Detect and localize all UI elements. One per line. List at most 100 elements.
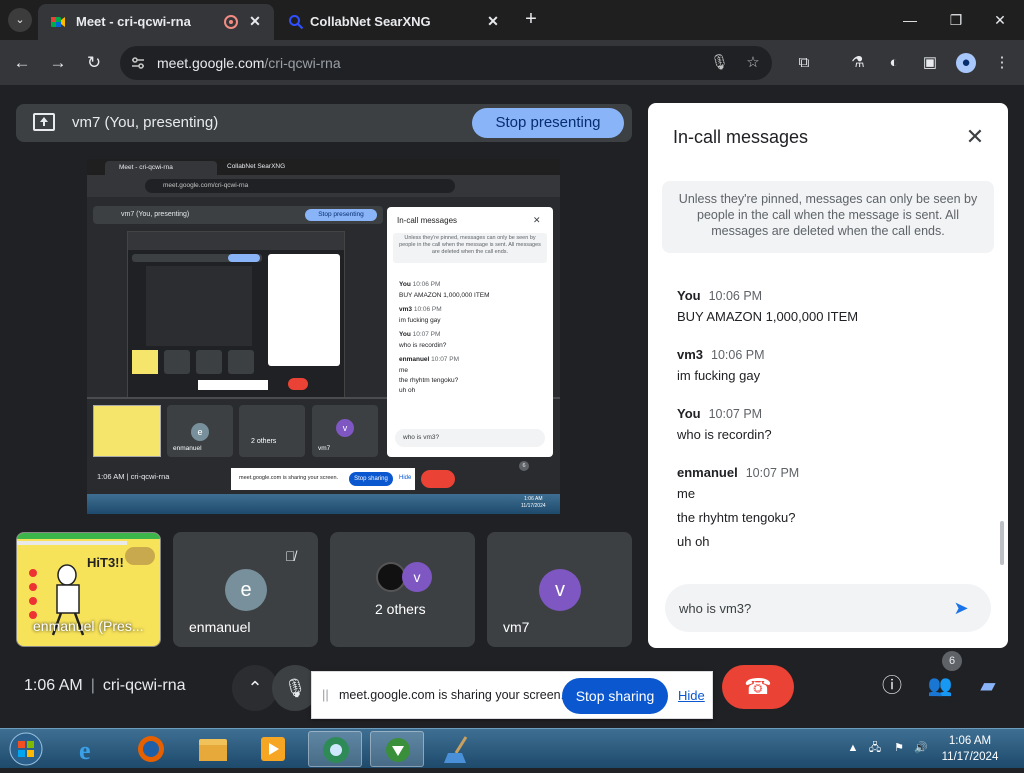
message-text: im fucking gay <box>677 368 761 383</box>
participant-name: vm7 <box>503 619 530 635</box>
preview-share-bar: meet.google.com is sharing your screen. … <box>231 468 415 490</box>
preview-toolbar: meet.google.com/cri-qcwi-rna <box>87 175 560 197</box>
participant-tile-screen-share[interactable]: HiT3!! enmanuel (Pres... <box>16 532 161 647</box>
side-panel-icon[interactable]: ▣ <box>920 53 940 73</box>
minimize-button[interactable]: — <box>896 8 924 32</box>
chrome-icon[interactable] <box>308 731 362 767</box>
meet-page: vm7 (You, presenting) Stop presenting Me… <box>0 87 1024 728</box>
extensions-icon[interactable]: ⧉ <box>794 53 814 73</box>
microphone-icon[interactable]: 🎙 <box>710 54 729 72</box>
media-player-icon[interactable] <box>246 731 300 767</box>
preview-tab: CollabNet SearXNG <box>227 163 286 170</box>
back-arrow-icon[interactable]: ← <box>11 52 33 74</box>
tab-title: Meet - cri-qcwi-rna <box>76 14 191 29</box>
preview-tile-others: 2 others <box>239 405 305 457</box>
meet-logo-icon <box>51 17 65 27</box>
send-icon[interactable]: ➤ <box>945 592 977 624</box>
preview-chat-notice: Unless they're pinned, messages can only… <box>393 233 547 263</box>
end-call-button[interactable]: ☎ <box>722 665 794 709</box>
preview-chat-panel: In-call messages ✕ Unless they're pinned… <box>387 207 553 457</box>
chat-scrollbar[interactable] <box>1000 521 1004 565</box>
new-tab-button[interactable]: + <box>520 8 542 30</box>
firefox-icon[interactable] <box>124 731 178 767</box>
windows-start-icon[interactable] <box>4 731 48 767</box>
preview-stop-presenting: Stop presenting <box>305 209 377 221</box>
tab-title: CollabNet SearXNG <box>310 14 431 29</box>
show-hidden-icons-icon[interactable]: ▲ <box>846 741 860 755</box>
forward-arrow-icon[interactable]: → <box>47 52 69 74</box>
message-sender: enmanuel 10:07 PM <box>677 465 800 480</box>
stop-sharing-button[interactable]: Stop sharing <box>562 678 668 714</box>
participant-name: 2 others <box>375 601 426 617</box>
sharing-message: meet.google.com is sharing your screen. <box>339 688 565 702</box>
menu-kebab-icon[interactable]: ⋮ <box>992 53 1012 73</box>
site-info-icon[interactable] <box>130 55 146 71</box>
volume-icon[interactable]: 🔊 <box>914 741 928 755</box>
recording-indicator-icon <box>224 15 238 29</box>
preview-tab: Meet - cri-qcwi-rna <box>105 161 217 175</box>
preview-tile-vm7: v vm7 <box>312 405 378 457</box>
preview-clock: 1:06 AM | cri-qcwi-rna <box>97 472 170 481</box>
tab-searxng[interactable]: CollabNet SearXNG ✕ <box>276 4 512 40</box>
search-favicon-icon <box>289 15 304 30</box>
in-call-messages-panel: In-call messages ✕ Unless they're pinned… <box>648 103 1008 648</box>
message-text: me <box>677 486 696 501</box>
presenting-banner: vm7 (You, presenting) Stop presenting <box>16 104 632 142</box>
action-center-flag-icon[interactable]: ⚑ <box>892 741 906 755</box>
close-tab-icon[interactable]: ✕ <box>246 12 264 30</box>
extension-icon[interactable]: ◐ <box>884 53 904 73</box>
preview-nested-screen <box>127 231 345 399</box>
chat-icon[interactable]: ▰ <box>974 672 1002 700</box>
avatar: v <box>402 562 432 592</box>
avatar: v <box>539 569 581 611</box>
participant-tile-vm7[interactable]: v vm7 <box>487 532 632 647</box>
people-icon[interactable]: 👥 <box>926 672 954 700</box>
tab-search-button[interactable]: ⌄ <box>8 8 32 32</box>
message-sender: vm3 10:06 PM <box>677 347 765 362</box>
bookmark-star-icon[interactable]: ☆ <box>744 54 762 72</box>
preview-presenting-bar: vm7 (You, presenting) Stop presenting <box>93 206 383 224</box>
preview-taskbar: 1:06 AM 11/17/2024 <box>87 494 560 514</box>
preview-presenting-label: vm7 (You, presenting) <box>121 211 190 218</box>
network-icon[interactable]: 🖧 <box>868 741 882 755</box>
presenting-label: vm7 (You, presenting) <box>72 114 219 131</box>
participant-tile-enmanuel[interactable]: 🎙̸ e enmanuel <box>173 532 318 647</box>
system-clock[interactable]: 1:06 AM 11/17/2024 <box>928 733 1012 765</box>
download-manager-icon[interactable] <box>370 731 424 767</box>
file-explorer-icon[interactable] <box>186 731 240 767</box>
preview-url: meet.google.com/cri-qcwi-rna <box>145 179 455 193</box>
hide-link[interactable]: Hide <box>678 688 705 703</box>
labs-flask-icon[interactable]: ⚗ <box>848 53 868 73</box>
participant-tile-others[interactable]: v 2 others <box>330 532 475 647</box>
drag-handle-icon[interactable]: || <box>322 687 329 702</box>
internet-explorer-icon[interactable]: e <box>62 731 116 767</box>
svg-text:HiT3!!: HiT3!! <box>87 555 124 570</box>
chat-message-input[interactable] <box>679 596 929 620</box>
chat-panel-title: In-call messages <box>673 127 809 147</box>
cleaner-broom-icon[interactable] <box>432 731 486 767</box>
profile-avatar-icon[interactable]: ● <box>956 53 976 73</box>
tab-meet[interactable]: Meet - cri-qcwi-rna ✕ <box>38 4 274 40</box>
close-tab-icon[interactable]: ✕ <box>484 12 502 30</box>
browser-tab-bar: ⌄ Meet - cri-qcwi-rna ✕ CollabNet SearXN… <box>0 0 1024 40</box>
mic-muted-icon: 🎙̸ <box>285 548 296 564</box>
meeting-info-icon[interactable]: ⓘ <box>878 672 906 700</box>
participant-name: enmanuel <box>189 619 251 635</box>
maximize-button[interactable]: ❐ <box>942 8 970 32</box>
stop-presenting-button[interactable]: Stop presenting <box>472 108 624 138</box>
clock-time: 1:06 AM <box>948 735 992 747</box>
close-icon[interactable]: ✕ <box>963 125 987 149</box>
message-text: uh oh <box>677 534 710 549</box>
preview-tile-enmanuel: e enmanuel <box>167 405 233 457</box>
message-text: the rhyhtm tengoku? <box>677 510 796 525</box>
close-window-button[interactable]: ✕ <box>986 8 1014 32</box>
clock: 1:06 AM <box>24 677 83 694</box>
reload-icon[interactable]: ↻ <box>83 52 105 74</box>
address-bar[interactable]: meet.google.com/cri-qcwi-rna 🎙 ☆ <box>120 46 772 80</box>
participant-name: enmanuel (Pres... <box>33 618 144 634</box>
browser-toolbar: ← → ↻ meet.google.com/cri-qcwi-rna 🎙 ☆ ⧉… <box>0 40 1024 86</box>
present-screen-icon <box>33 113 55 131</box>
preview-chat-title: In-call messages <box>397 216 458 225</box>
meeting-info: 1:06 AM | cri-qcwi-rna <box>24 677 186 694</box>
preview-tab-bar: Meet - cri-qcwi-rna CollabNet SearXNG <box>87 159 560 175</box>
